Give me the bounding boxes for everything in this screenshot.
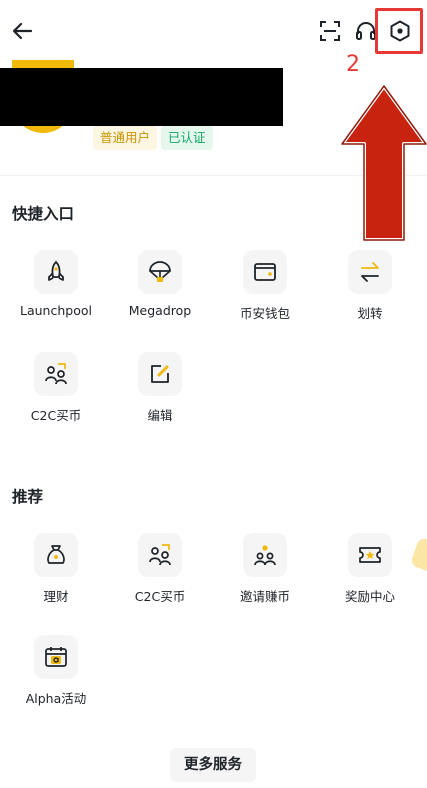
ticket-icon: [359, 547, 381, 563]
step-number-annotation: 2: [346, 52, 360, 77]
hexagon-settings-icon: [390, 20, 410, 42]
transfer-icon: [361, 262, 379, 282]
recommended-item-label: 奖励中心: [344, 589, 395, 604]
more-services-button[interactable]: 更多服务: [170, 748, 256, 782]
verified-badge[interactable]: 已认证: [161, 126, 213, 150]
recommended-item-label: Alpha活动: [25, 691, 87, 706]
c2c-icon: [45, 363, 67, 385]
back-button[interactable]: [10, 18, 36, 44]
recommended-item-rewards[interactable]: 奖励中心: [318, 533, 422, 605]
recommended-item-label: 理财: [43, 589, 69, 604]
quick-access-title: 快捷入口: [12, 205, 75, 223]
rocket-icon: [48, 261, 64, 281]
recommended-item-finance[interactable]: 理财: [4, 533, 108, 605]
wallet-icon: [254, 263, 276, 281]
quick-item-label: 编辑: [147, 408, 173, 423]
invite-icon: [254, 545, 276, 566]
quick-item-launchpool[interactable]: Launchpool: [4, 250, 108, 318]
calendar-alpha-icon: [45, 647, 67, 667]
quick-item-edit[interactable]: 编辑: [108, 352, 212, 424]
quick-item-megadrop[interactable]: Megadrop: [108, 250, 212, 318]
scan-icon: [320, 21, 340, 41]
quick-item-label: C2C买币: [30, 408, 82, 423]
quick-item-transfer[interactable]: 划转: [318, 250, 422, 322]
parachute-icon: [149, 261, 171, 282]
recommended-item-label: C2C买币: [134, 589, 186, 604]
quick-item-c2c[interactable]: C2C买币: [4, 352, 108, 424]
c2c-icon: [149, 544, 171, 566]
recommended-title: 推荐: [12, 488, 44, 506]
money-bag-icon: [47, 545, 65, 564]
recommended-item-c2c[interactable]: C2C买币: [108, 533, 212, 605]
scan-button[interactable]: [318, 19, 342, 43]
annotation-up-arrow: [340, 84, 427, 242]
top-bar: 2: [0, 0, 427, 77]
quick-item-label: 币安钱包: [239, 306, 290, 321]
quick-item-label: Launchpool: [20, 303, 92, 318]
user-type-badge: 普通用户: [93, 126, 158, 150]
recommended-item-invite[interactable]: 邀请赚币: [213, 533, 317, 605]
quick-item-label: 划转: [357, 306, 383, 321]
arrow-left-icon: [12, 22, 33, 40]
recommended-item-label: 邀请赚币: [239, 589, 290, 604]
quick-item-wallet[interactable]: 币安钱包: [213, 250, 317, 322]
settings-button[interactable]: [388, 19, 412, 43]
quick-item-label: Megadrop: [128, 303, 192, 318]
edit-icon: [151, 365, 169, 383]
redacted-username: [0, 68, 283, 126]
recommended-item-alpha[interactable]: Alpha活动: [4, 635, 108, 707]
